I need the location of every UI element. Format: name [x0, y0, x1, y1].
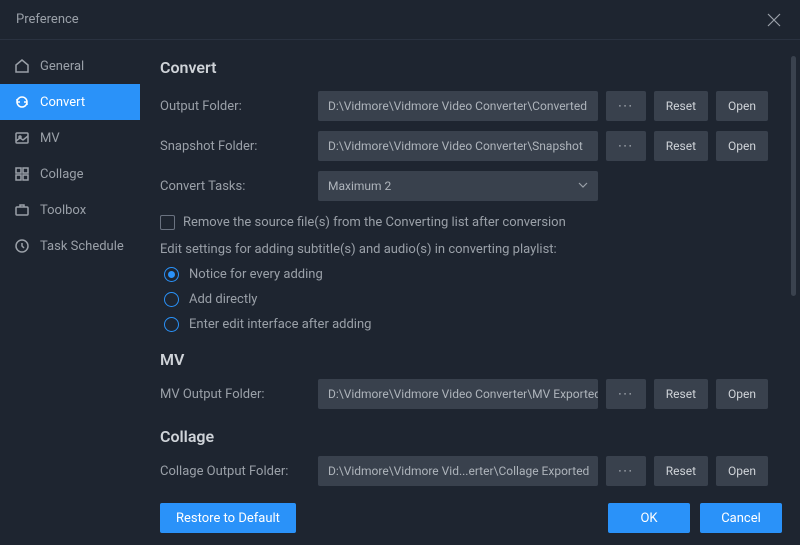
refresh-icon — [14, 94, 30, 110]
mv-output-browse-button[interactable]: ··· — [606, 379, 645, 409]
mv-output-open-button[interactable]: Open — [716, 379, 768, 409]
output-folder-browse-button[interactable]: ··· — [606, 91, 645, 121]
collage-output-browse-button[interactable]: ··· — [606, 456, 645, 486]
sidebar-item-collage[interactable]: Collage — [0, 156, 140, 192]
clock-icon — [14, 238, 30, 254]
sidebar-item-task-schedule[interactable]: Task Schedule — [0, 228, 140, 264]
section-title-convert: Convert — [160, 58, 768, 77]
sidebar-item-general[interactable]: General — [0, 48, 140, 84]
home-icon — [14, 58, 30, 74]
titlebar: Preference — [0, 0, 800, 40]
remove-source-label: Remove the source file(s) from the Conve… — [183, 215, 566, 230]
sidebar-item-toolbox[interactable]: Toolbox — [0, 192, 140, 228]
radio-notice-label: Notice for every adding — [189, 267, 323, 282]
sidebar-item-mv[interactable]: MV — [0, 120, 140, 156]
snapshot-folder-browse-button[interactable]: ··· — [606, 131, 645, 161]
image-icon — [14, 130, 30, 146]
output-folder-path[interactable]: D:\Vidmore\Vidmore Video Converter\Conve… — [318, 91, 598, 121]
grid-icon — [14, 166, 30, 182]
snapshot-folder-label: Snapshot Folder: — [160, 139, 310, 154]
mv-output-folder-path[interactable]: D:\Vidmore\Vidmore Video Converter\MV Ex… — [318, 379, 598, 409]
radio-enter-edit[interactable] — [164, 317, 179, 332]
chevron-down-icon — [578, 179, 588, 193]
mv-output-reset-button[interactable]: Reset — [654, 379, 708, 409]
sidebar-item-label: Task Schedule — [40, 239, 124, 254]
cancel-button[interactable]: Cancel — [700, 503, 782, 533]
output-folder-reset-button[interactable]: Reset — [654, 91, 708, 121]
snapshot-folder-path[interactable]: D:\Vidmore\Vidmore Video Converter\Snaps… — [318, 131, 598, 161]
close-icon[interactable] — [764, 10, 784, 30]
collage-output-folder-label: Collage Output Folder: — [160, 464, 310, 479]
ok-button[interactable]: OK — [608, 503, 690, 533]
output-folder-open-button[interactable]: Open — [716, 91, 768, 121]
edit-settings-help: Edit settings for adding subtitle(s) and… — [160, 242, 768, 257]
convert-tasks-label: Convert Tasks: — [160, 179, 310, 194]
collage-output-folder-path[interactable]: D:\Vidmore\Vidmore Vid...erter\Collage E… — [318, 456, 598, 486]
radio-notice[interactable] — [164, 267, 179, 282]
scrollbar[interactable] — [791, 56, 796, 296]
sidebar: General Convert MV Collage Toolbox Task … — [0, 40, 140, 545]
radio-add-directly-label: Add directly — [189, 292, 257, 307]
convert-tasks-select[interactable]: Maximum 2 — [318, 171, 598, 201]
output-folder-label: Output Folder: — [160, 99, 310, 114]
convert-tasks-value: Maximum 2 — [328, 179, 391, 193]
sidebar-item-label: MV — [40, 131, 60, 146]
snapshot-folder-reset-button[interactable]: Reset — [654, 131, 708, 161]
content-panel: Convert Output Folder: D:\Vidmore\Vidmor… — [140, 40, 800, 545]
section-title-collage: Collage — [160, 427, 768, 446]
sidebar-item-label: Toolbox — [40, 203, 86, 218]
sidebar-item-convert[interactable]: Convert — [0, 84, 140, 120]
sidebar-item-label: Convert — [40, 95, 85, 110]
collage-output-open-button[interactable]: Open — [716, 456, 768, 486]
snapshot-folder-open-button[interactable]: Open — [716, 131, 768, 161]
radio-enter-edit-label: Enter edit interface after adding — [189, 317, 371, 332]
collage-output-reset-button[interactable]: Reset — [654, 456, 708, 486]
sidebar-item-label: General — [40, 59, 84, 74]
radio-add-directly[interactable] — [164, 292, 179, 307]
footer: Restore to Default OK Cancel — [160, 493, 782, 533]
window-title: Preference — [16, 12, 79, 27]
mv-output-folder-label: MV Output Folder: — [160, 387, 310, 402]
sidebar-item-label: Collage — [40, 167, 83, 182]
section-title-mv: MV — [160, 350, 768, 369]
restore-default-button[interactable]: Restore to Default — [160, 503, 296, 533]
remove-source-checkbox[interactable] — [160, 215, 175, 230]
toolbox-icon — [14, 202, 30, 218]
